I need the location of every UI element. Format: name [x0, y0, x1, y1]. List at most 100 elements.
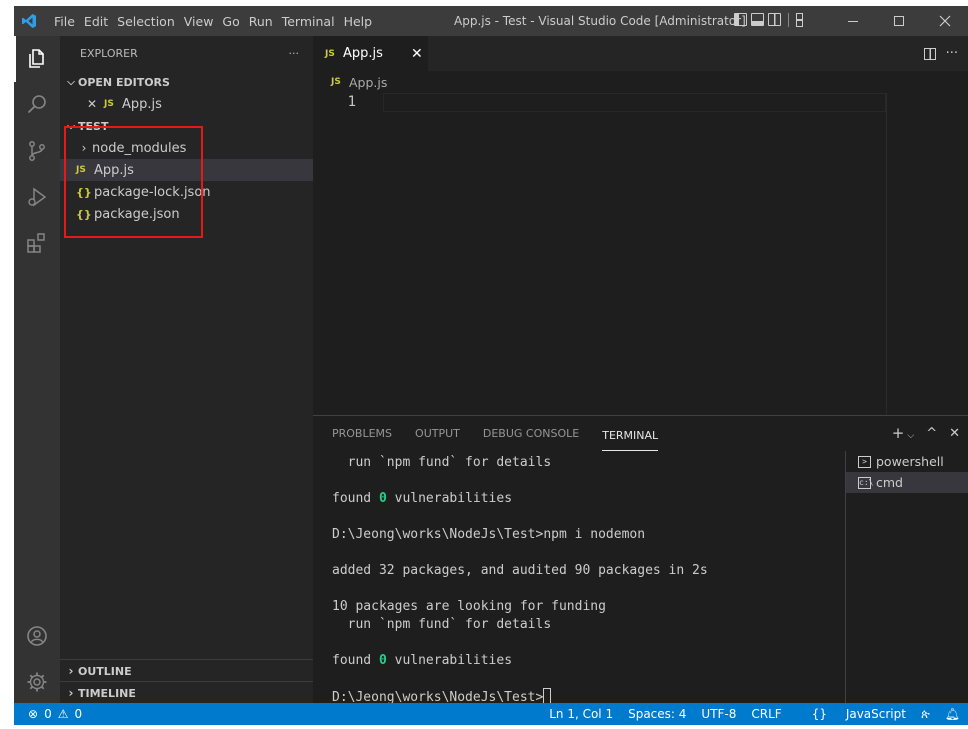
chevron-down-icon[interactable]: ⌵ [907, 431, 914, 441]
terminal-item-powershell[interactable]: > powershell [846, 451, 968, 472]
toggle-secondary-sidebar-icon[interactable] [768, 13, 781, 26]
chevron-right-icon: › [81, 141, 87, 155]
close-editor-icon[interactable]: ✕ [84, 97, 100, 111]
search-activity-icon[interactable] [14, 82, 60, 128]
terminal-line: added 32 packages, and audited 90 packag… [332, 563, 708, 578]
breadcrumb-item[interactable]: App.js [349, 75, 387, 90]
outline-label: OUTLINE [78, 664, 132, 678]
close-panel-icon[interactable]: ✕ [949, 426, 960, 441]
source-control-activity-icon[interactable] [14, 128, 60, 174]
folder-section[interactable]: ⌵ TEST [60, 115, 313, 137]
panel-actions: + ⌵ ^ ✕ [892, 424, 960, 442]
open-editor-name: App.js [122, 96, 162, 112]
toggle-sidebar-icon[interactable] [734, 13, 747, 26]
terminal-line: D:\Jeong\works\NodeJs\Test>npm i nodemon [332, 527, 646, 542]
chevron-down-icon: ⌵ [67, 76, 75, 88]
problems-status[interactable]: ⊗ 0 ⚠ 0 [14, 707, 82, 721]
tab-debug-console[interactable]: DEBUG CONSOLE [483, 416, 579, 451]
notifications-bell-icon[interactable]: 🔔︎ [945, 707, 960, 721]
menu-terminal[interactable]: Terminal [282, 14, 344, 29]
current-line-highlight[interactable] [383, 93, 886, 112]
tree-item-package-json[interactable]: {} package.json [60, 203, 313, 225]
tree-item-package-lock-json[interactable]: {} package-lock.json [60, 181, 313, 203]
terminal-output[interactable]: run `npm fund` for details found 0 vulne… [332, 454, 842, 706]
explorer-more-actions-icon[interactable]: ··· [289, 47, 300, 60]
error-icon: ⊗ [28, 707, 39, 721]
bottom-panel: PROBLEMS OUTPUT DEBUG CONSOLE TERMINAL +… [313, 415, 968, 706]
close-icon [939, 15, 951, 27]
title-bar: File Edit Selection View Go Run Terminal… [14, 6, 968, 36]
code-line[interactable]: 1 [313, 93, 886, 112]
vscode-window: File Edit Selection View Go Run Terminal… [14, 6, 968, 725]
vscode-logo-icon [14, 6, 44, 36]
accounts-activity-icon[interactable] [14, 613, 60, 659]
vulnerability-count: 0 [378, 653, 387, 668]
explorer-header: EXPLORER ··· [60, 36, 313, 71]
run-debug-activity-icon[interactable] [14, 174, 60, 220]
js-file-icon: JS [104, 99, 114, 109]
minimize-button[interactable] [830, 6, 876, 36]
outline-section[interactable]: › OUTLINE [60, 659, 313, 682]
split-editor-icon[interactable] [923, 47, 936, 60]
window-title: App.js - Test - Visual Studio Code [Admi… [454, 14, 746, 28]
minimap[interactable] [886, 93, 968, 415]
maximize-panel-icon[interactable]: ^ [926, 426, 937, 441]
manage-gear-icon[interactable] [14, 659, 60, 705]
tab-output[interactable]: OUTPUT [415, 416, 460, 451]
terminal-item-label: powershell [876, 454, 944, 469]
live-share-icon[interactable]: ጵ [921, 707, 930, 722]
activity-bar [14, 36, 60, 703]
tab-problems[interactable]: PROBLEMS [332, 416, 392, 451]
layout-controls [734, 13, 809, 27]
terminal-item-cmd[interactable]: c:\ cmd [846, 472, 968, 493]
menu-help[interactable]: Help [344, 14, 382, 29]
terminal-line: found 0 vulnerabilities [332, 491, 513, 506]
error-count: 0 [44, 707, 52, 721]
tree-item-label: node_modules [92, 140, 187, 156]
terminal-line: run `npm fund` for details [332, 455, 552, 470]
language-mode[interactable]: {} JavaScript [797, 707, 906, 721]
cursor-position[interactable]: Ln 1, Col 1 [549, 707, 613, 721]
toggle-panel-icon[interactable] [751, 13, 764, 26]
tab-terminal[interactable]: TERMINAL [602, 427, 659, 451]
close-tab-icon[interactable]: ✕ [409, 46, 425, 62]
customize-layout-icon[interactable] [796, 13, 809, 27]
maximize-icon [894, 16, 904, 26]
explorer-sidebar: EXPLORER ··· ⌵ OPEN EDITORS ✕ JS App.js … [60, 36, 313, 703]
extensions-activity-icon[interactable] [14, 220, 60, 266]
timeline-section[interactable]: › TIMELINE [60, 681, 313, 704]
maximize-button[interactable] [876, 6, 922, 36]
open-editors-section[interactable]: ⌵ OPEN EDITORS [60, 71, 313, 93]
breadcrumb: JS App.js [313, 71, 968, 93]
menu-go[interactable]: Go [222, 14, 248, 29]
tab-app-js[interactable]: JS App.js ✕ [313, 36, 428, 71]
folder-label: TEST [78, 119, 109, 133]
menu-selection[interactable]: Selection [117, 14, 184, 29]
status-right: Ln 1, Col 1 Spaces: 4 UTF-8 CRLF {} Java… [534, 703, 960, 725]
editor-group: JS App.js ✕ ··· JS App.js 1 [313, 36, 968, 415]
close-window-button[interactable] [922, 6, 968, 36]
end-of-line[interactable]: CRLF [751, 707, 781, 721]
editor-more-actions-icon[interactable]: ··· [946, 46, 958, 61]
tree-item-node-modules[interactable]: › node_modules [60, 137, 313, 159]
menu-run[interactable]: Run [249, 14, 282, 29]
tab-label: App.js [343, 46, 383, 61]
tree-item-app-js[interactable]: JS App.js [60, 159, 313, 181]
indentation[interactable]: Spaces: 4 [628, 707, 686, 721]
chevron-right-icon: › [68, 664, 74, 678]
open-editor-item[interactable]: ✕ JS App.js [60, 93, 313, 115]
tree-item-label: package.json [94, 206, 180, 222]
chevron-right-icon: › [68, 686, 74, 700]
menu-view[interactable]: View [184, 14, 223, 29]
new-terminal-icon[interactable]: + ⌵ [892, 424, 914, 442]
terminal-cursor [543, 688, 552, 704]
menu-file[interactable]: File [44, 14, 84, 29]
explorer-title: EXPLORER [80, 47, 138, 60]
menu-edit[interactable]: Edit [84, 14, 117, 29]
explorer-activity-icon[interactable] [14, 36, 60, 82]
menu-bar: File Edit Selection View Go Run Terminal… [44, 14, 381, 29]
encoding[interactable]: UTF-8 [701, 707, 736, 721]
